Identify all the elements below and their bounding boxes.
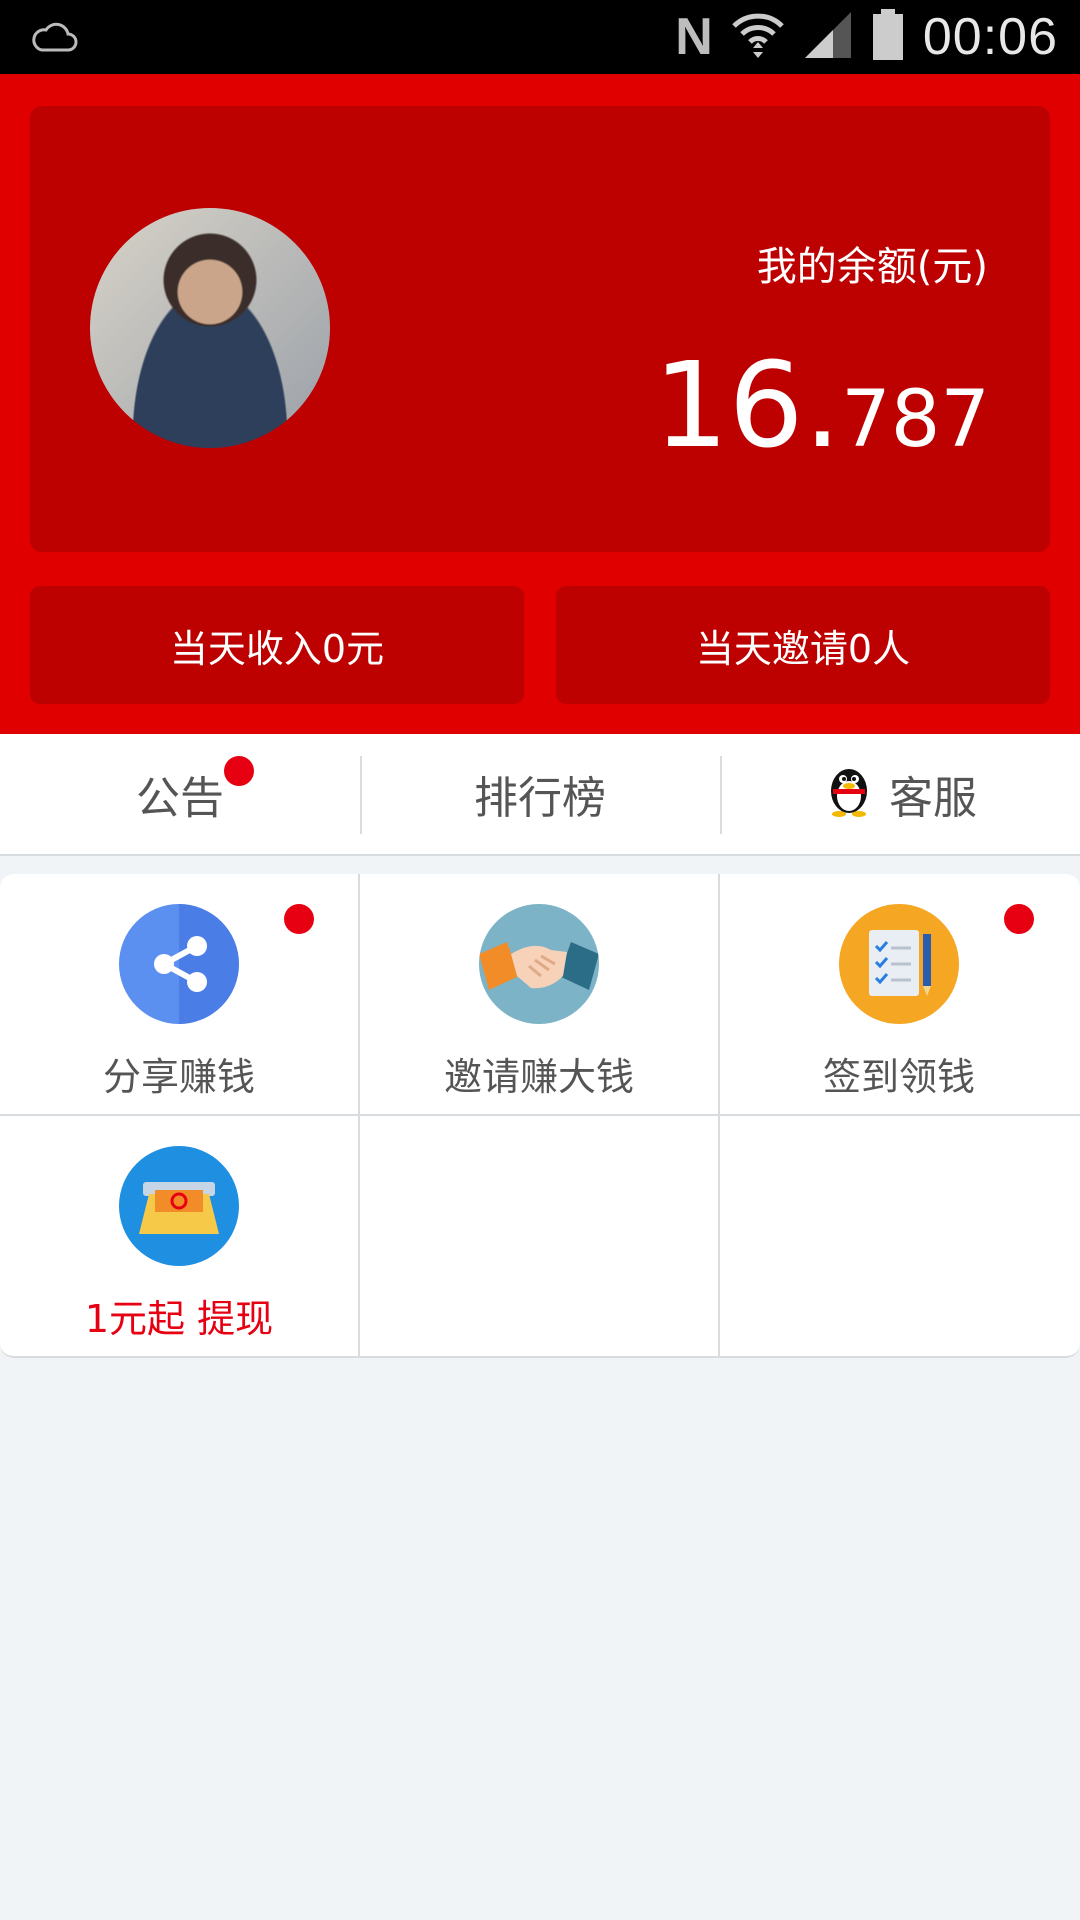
wifi-icon	[731, 10, 785, 64]
qq-penguin-icon	[823, 761, 875, 828]
notification-badge	[224, 756, 254, 786]
clock-time: 00:06	[922, 8, 1058, 66]
invite-earn-item[interactable]: 邀请赚大钱	[360, 874, 718, 1114]
battery-icon	[871, 9, 905, 65]
grid-item-label: 1元起 提现	[84, 1297, 274, 1341]
balance-decimal: 787	[841, 375, 990, 465]
tab-label: 排行榜	[474, 773, 606, 824]
tab-announcement[interactable]: 公告	[0, 734, 360, 854]
balance-integer: 16.	[653, 336, 842, 474]
notification-badge	[1004, 904, 1034, 934]
handshake-icon	[479, 904, 599, 1024]
account-header: 我的余额(元) 16.787 当天收入0元 当天邀请0人	[0, 74, 1080, 734]
feature-grid: 分享赚钱 邀请赚大钱 签到领钱 1元起 提现	[0, 874, 1080, 1358]
grid-item-label: 分享赚钱	[102, 1055, 255, 1099]
tab-label: 公告	[136, 773, 224, 824]
notification-badge	[284, 904, 314, 934]
grid-item-label: 签到领钱	[822, 1055, 975, 1099]
share-earn-item[interactable]: 分享赚钱	[0, 874, 358, 1114]
weather-cloud-icon	[30, 16, 78, 60]
balance-card[interactable]: 我的余额(元) 16.787	[30, 106, 1050, 552]
signal-icon	[803, 10, 853, 64]
today-invites-button[interactable]: 当天邀请0人	[556, 586, 1050, 704]
tab-label: 客服	[889, 773, 977, 824]
checklist-icon	[839, 904, 959, 1024]
empty-grid-cell	[360, 1116, 718, 1356]
share-icon	[119, 904, 239, 1024]
avatar[interactable]	[90, 208, 330, 448]
status-bar: N 00:06	[0, 0, 1080, 74]
nfc-icon: N	[675, 8, 713, 66]
empty-grid-cell	[720, 1116, 1078, 1356]
balance-label: 我的余额(元)	[756, 244, 988, 290]
quick-tabs: 公告 排行榜 客服	[0, 734, 1080, 856]
withdraw-item[interactable]: 1元起 提现	[0, 1116, 358, 1356]
atm-withdraw-icon	[119, 1146, 239, 1266]
grid-item-label: 邀请赚大钱	[443, 1055, 634, 1099]
tab-customer-service[interactable]: 客服	[720, 734, 1080, 854]
today-income-button[interactable]: 当天收入0元	[30, 586, 524, 704]
checkin-earn-item[interactable]: 签到领钱	[720, 874, 1078, 1114]
tab-leaderboard[interactable]: 排行榜	[360, 734, 720, 854]
balance-amount: 16.787	[653, 336, 990, 474]
